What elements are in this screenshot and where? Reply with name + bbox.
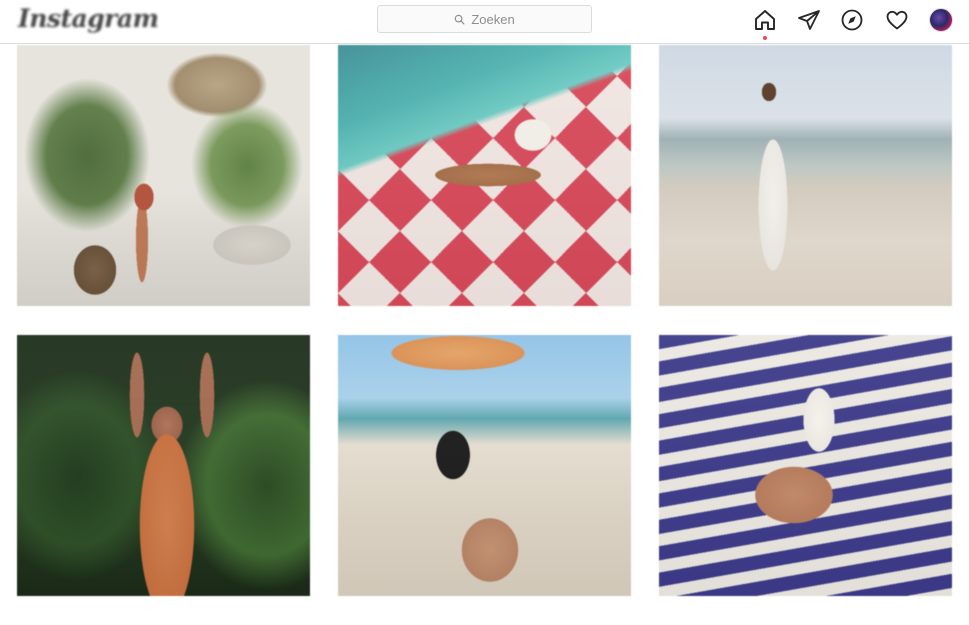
search-box[interactable]: Zoeken [377,5,592,33]
post-thumbnail[interactable] [17,45,310,306]
search-icon [455,14,465,24]
home-icon [755,10,775,30]
explore-button[interactable] [839,7,865,33]
instagram-logo[interactable]: Instagram [18,4,159,33]
home-button[interactable] [752,7,778,33]
post-thumbnail[interactable] [17,335,310,596]
search-placeholder: Zoeken [471,11,515,27]
activity-button[interactable] [884,7,910,33]
post-thumbnail[interactable] [338,45,631,306]
profile-avatar[interactable] [929,8,953,32]
post-thumbnail[interactable] [659,45,952,306]
post-thumbnail[interactable] [659,335,952,596]
direct-icon [798,10,820,30]
top-navigation-bar: Instagram Zoeken [0,0,969,44]
active-indicator-dot [763,36,767,40]
heart-icon [886,10,908,30]
direct-messages-button[interactable] [796,7,822,33]
post-thumbnail[interactable] [338,335,631,596]
explore-icon [841,9,863,31]
